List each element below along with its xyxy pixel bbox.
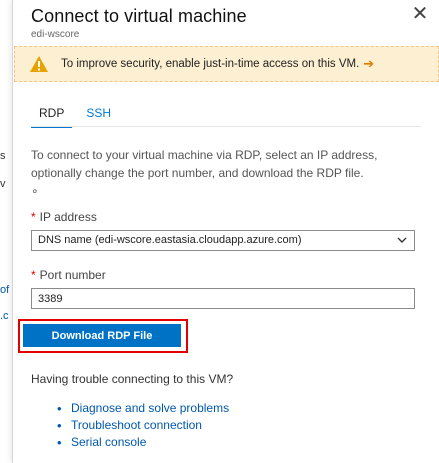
required-marker: * [31,210,36,224]
background-fragment: v [0,178,6,190]
connect-panel: Connect to virtual machine edi-wscore ✕ … [12,0,439,463]
port-number-label: * Port number [31,268,106,282]
troubleshoot-link[interactable]: Troubleshoot connection [57,417,229,434]
close-icon[interactable]: ✕ [409,4,431,26]
ip-address-select[interactable]: DNS name (edi-wscore.eastasia.cloudapp.a… [31,230,415,251]
warning-text: To improve security, enable just-in-time… [61,58,360,70]
warning-icon [30,56,48,72]
ip-address-value: DNS name (edi-wscore.eastasia.cloudapp.a… [38,234,302,246]
rdp-description-text: To connect to your virtual machine via R… [31,148,378,180]
arrow-right-icon[interactable]: ➔ [363,56,374,72]
panel-subtitle: edi-wscore [31,29,80,40]
panel-title: Connect to virtual machine [31,6,247,26]
ip-address-label-text: IP address [39,210,97,224]
tab-rdp[interactable]: RDP [31,104,73,128]
port-number-input[interactable] [31,288,415,309]
panel-header: Connect to virtual machine edi-wscore [31,6,247,40]
background-fragment-link[interactable]: .c [0,310,9,322]
connection-tabs: RDP SSH [31,104,125,128]
required-marker: * [31,268,36,282]
trouble-heading: Having trouble connecting to this VM? [31,372,234,386]
trouble-links: Diagnose and solve problems Troubleshoot… [57,400,229,451]
tab-divider [31,126,421,127]
port-number-label-text: Port number [39,268,106,282]
tab-ssh[interactable]: SSH [78,104,119,128]
rdp-description: To connect to your virtual machine via R… [31,146,416,200]
background-fragment-link[interactable]: of [0,284,9,296]
download-rdp-file-button[interactable]: Download RDP File [23,324,181,347]
diagnose-link[interactable]: Diagnose and solve problems [57,400,229,417]
security-warning-banner[interactable]: To improve security, enable just-in-time… [14,46,439,82]
background-page-edge: s v of .c [0,0,12,463]
description-tail: ∘ [31,184,39,198]
ip-address-label: * IP address [31,210,97,224]
serial-console-link[interactable]: Serial console [57,434,229,451]
chevron-down-icon [397,237,407,243]
background-fragment: s [0,150,6,162]
